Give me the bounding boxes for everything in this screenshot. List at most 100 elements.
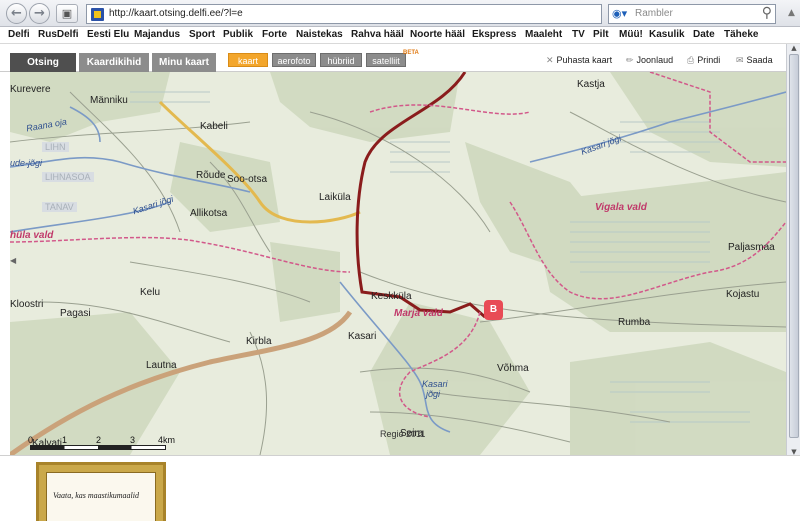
ruler-icon: ✏ <box>626 56 634 66</box>
scale-bar-graphic <box>30 445 166 450</box>
place-soo-otsa: Soo-otsa <box>227 174 268 185</box>
search-box[interactable]: ◉▾ Rambler ⚲ <box>608 4 776 24</box>
map-copyright: Regio 2011 <box>380 429 426 439</box>
ruler-label: Joonlaud <box>636 55 674 65</box>
send-button[interactable]: ✉ Saada <box>736 55 773 66</box>
place-keskkula: Keskküla <box>371 291 412 302</box>
district-hula: hüla vald <box>10 230 54 241</box>
address-bar[interactable]: http://kaart.otsing.delfi.ee/?l=e ★ ▼ ↻ <box>86 4 684 24</box>
tab-otsing[interactable]: Otsing <box>10 53 76 72</box>
beta-badge: BETA <box>403 50 419 56</box>
portal-links-bar: Delfi RusDelfi Eesti Elu Majandus Sport … <box>0 27 800 44</box>
portal-link-kasulik[interactable]: Kasulik <box>649 29 685 40</box>
maptype-kaart[interactable]: kaart <box>228 53 268 67</box>
advertisement-frame[interactable]: Vaata, kas maastikumaalid <box>36 462 166 521</box>
print-icon: ⎙ <box>687 56 695 66</box>
portal-link-forte[interactable]: Forte <box>262 29 287 40</box>
place-pagasi: Pagasi <box>60 308 91 319</box>
place-laikula: Laiküla <box>319 192 351 203</box>
print-button[interactable]: ⎙ Prindi <box>687 55 720 66</box>
scale-1: 1 <box>62 435 68 445</box>
portal-link-taheke[interactable]: Täheke <box>724 29 758 40</box>
place-roude: Rõude <box>196 170 226 181</box>
portal-link-rahva-haal[interactable]: Rahva hääl <box>351 29 404 40</box>
water-ude-jogi: ude-jõgi <box>10 158 43 168</box>
portal-link-noorte-haal[interactable]: Noorte hääl <box>410 29 465 40</box>
back-button[interactable]: ← <box>6 3 27 24</box>
place-kojastu: Kojastu <box>726 289 760 300</box>
tab-kaardikihid[interactable]: Kaardikihid <box>79 53 149 72</box>
ruler-button[interactable]: ✏ Joonlaud <box>626 55 673 66</box>
place-manniku: Männiku <box>90 95 128 106</box>
portal-link-rusdelfi[interactable]: RusDelfi <box>38 29 79 40</box>
send-label: Saada <box>746 55 773 65</box>
site-favicon-icon <box>91 8 104 21</box>
place-kasari: Kasari <box>348 331 377 342</box>
portal-link-maaleht[interactable]: Maaleht <box>525 29 562 40</box>
faded-label-2: LIHNASOA <box>42 172 94 182</box>
scale-0: 0 <box>28 435 34 445</box>
advertisement-text: Vaata, kas maastikumaalid <box>53 491 139 500</box>
maptype-aerofoto[interactable]: aerofoto <box>272 53 316 67</box>
clear-icon: ✕ <box>546 56 554 66</box>
map-tab-bar: Otsing Kaardikihid Minu kaart kaart aero… <box>0 44 800 72</box>
place-vohma: Võhma <box>497 363 529 374</box>
faded-label-1: LIHN <box>42 142 69 152</box>
page-below-map: Vaata, kas maastikumaalid <box>0 455 800 521</box>
map-graphics <box>10 72 786 455</box>
clear-map-label: Puhasta kaart <box>556 55 613 65</box>
water-kasari-s1: Kasari <box>422 379 448 389</box>
place-kloostri: Kloostri <box>10 299 44 310</box>
pan-left-icon[interactable]: ◀ <box>10 256 18 270</box>
maptype-hubriid[interactable]: hübriid <box>320 53 362 67</box>
scrollbar-thumb[interactable] <box>789 54 799 438</box>
water-kasari-s2: jõgi <box>426 389 441 399</box>
search-engine-icon[interactable]: ◉▾ <box>612 7 627 20</box>
district-marja: Marja vald <box>394 308 443 319</box>
tab-minu-kaart[interactable]: Minu kaart <box>152 53 216 72</box>
portal-link-date[interactable]: Date <box>693 29 715 40</box>
place-paljasmaa: Paljasmaa <box>728 242 775 253</box>
faded-label-3: TANAV <box>42 202 77 212</box>
map-view[interactable]: Kurevere Männiku Kabeli Rõude Soo-otsa L… <box>10 72 786 455</box>
clear-map-button[interactable]: ✕ Puhasta kaart <box>546 55 612 66</box>
portal-link-publik[interactable]: Publik <box>223 29 253 40</box>
scroll-up-icon[interactable]: ▲ <box>789 44 799 54</box>
toolbar-scroll-icon[interactable]: ▲ <box>785 2 798 24</box>
scale-2: 2 <box>96 435 102 445</box>
map-scale-bar: 0 1 2 3 4km <box>28 435 175 453</box>
browser-window: ← → ▣ http://kaart.otsing.delfi.ee/?l=e … <box>0 0 800 521</box>
page-icon[interactable]: ▣ <box>56 4 78 23</box>
mail-icon: ✉ <box>736 56 744 66</box>
portal-link-majandus[interactable]: Majandus <box>134 29 180 40</box>
search-icon[interactable]: ⚲ <box>762 5 772 21</box>
browser-toolbar: ← → ▣ http://kaart.otsing.delfi.ee/?l=e … <box>0 0 800 27</box>
place-allikotsa: Allikotsa <box>190 208 228 219</box>
page-scrollbar[interactable]: ▲ ▼ <box>786 44 800 464</box>
place-kurevere: Kurevere <box>10 84 51 95</box>
forward-button[interactable]: → <box>29 3 50 24</box>
place-kelu: Kelu <box>140 287 161 298</box>
search-placeholder: Rambler <box>635 8 673 19</box>
print-label: Prindi <box>697 55 721 65</box>
place-kirbla: Kirbla <box>246 336 272 347</box>
portal-link-pilt[interactable]: Pilt <box>593 29 609 40</box>
scale-3: 3 <box>130 435 136 445</box>
destination-marker[interactable]: B <box>484 300 503 320</box>
portal-link-sport[interactable]: Sport <box>189 29 215 40</box>
scale-4: 4km <box>158 435 176 445</box>
place-kabeli: Kabeli <box>200 121 228 132</box>
portal-link-ekspress[interactable]: Ekspress <box>472 29 516 40</box>
place-rumba: Rumba <box>618 317 651 328</box>
forest-areas <box>10 72 786 455</box>
portal-link-delfi[interactable]: Delfi <box>8 29 30 40</box>
place-kastja: Kastja <box>577 79 605 90</box>
place-lautna: Lautna <box>146 360 177 371</box>
portal-link-tv[interactable]: TV <box>572 29 585 40</box>
portal-link-eesti-elu[interactable]: Eesti Elu <box>87 29 129 40</box>
district-vigala: Vigala vald <box>595 202 647 213</box>
portal-link-naistekas[interactable]: Naistekas <box>296 29 343 40</box>
maptype-satelliit[interactable]: satelliit <box>366 53 406 67</box>
portal-link-muu[interactable]: Müü! <box>619 29 643 40</box>
url-text: http://kaart.otsing.delfi.ee/?l=e <box>109 8 243 19</box>
